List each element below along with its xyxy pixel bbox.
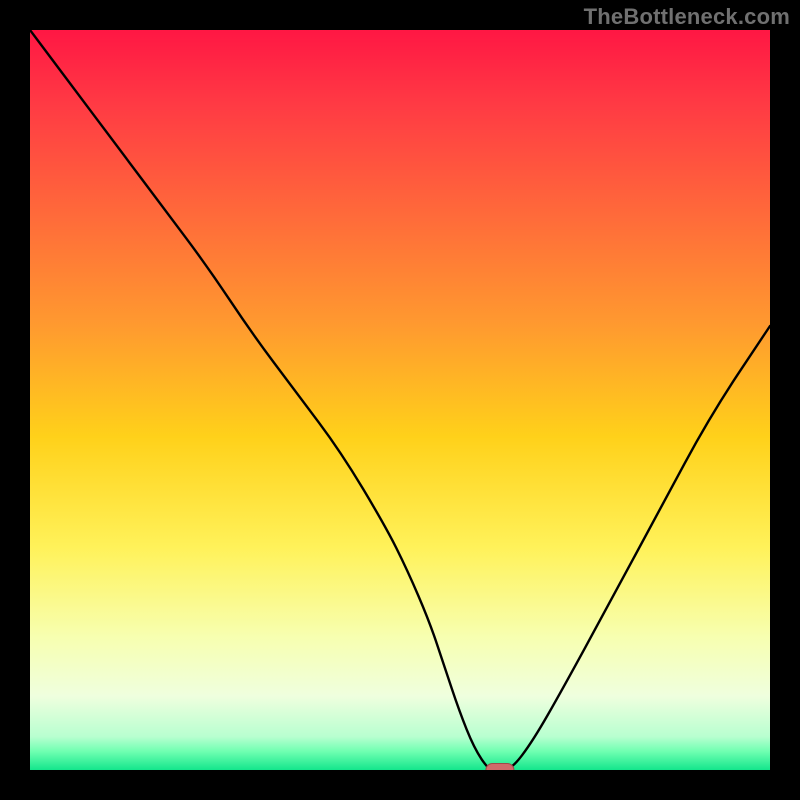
- gradient-background: [30, 30, 770, 770]
- watermark-text: TheBottleneck.com: [584, 4, 790, 30]
- plot-area: [30, 30, 770, 770]
- chart-frame: TheBottleneck.com: [0, 0, 800, 800]
- optimal-point-marker: [486, 764, 514, 771]
- bottleneck-chart: [30, 30, 770, 770]
